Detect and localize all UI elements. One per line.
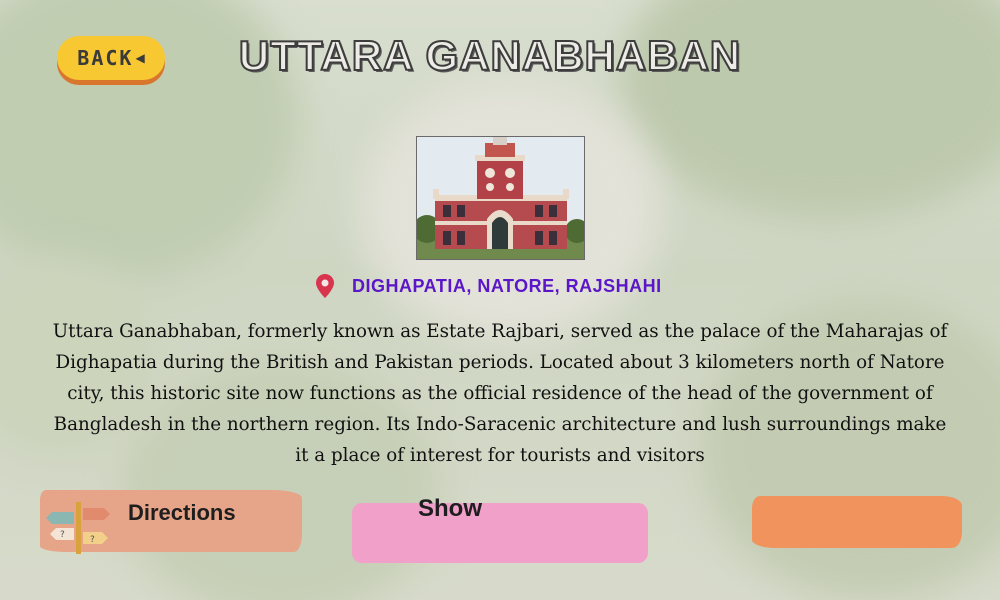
back-button[interactable]: BACK ◀: [57, 36, 165, 80]
signpost-icon: ? ?: [46, 502, 110, 554]
description-text: Uttara Ganabhaban, formerly known as Est…: [52, 321, 948, 466]
orange-action-button[interactable]: [752, 496, 962, 548]
palace-photo: [416, 136, 585, 260]
show-button[interactable]: Show: [352, 495, 648, 563]
location-text: DIGHAPATIA, NATORE, RAJSHAHI: [352, 275, 662, 296]
directions-button[interactable]: ? ? Directions: [40, 490, 302, 554]
directions-label: Directions: [128, 500, 236, 525]
map-pin-icon: [316, 274, 334, 298]
svg-text:?: ?: [60, 530, 65, 540]
page-title: UTTARA GANABHABAN: [238, 31, 742, 80]
back-button-label: BACK: [77, 46, 134, 70]
location-row: DIGHAPATIA, NATORE, RAJSHAHI: [316, 274, 662, 298]
back-arrow-icon: ◀: [135, 51, 145, 65]
show-label: Show: [418, 495, 482, 522]
svg-text:?: ?: [90, 535, 95, 545]
